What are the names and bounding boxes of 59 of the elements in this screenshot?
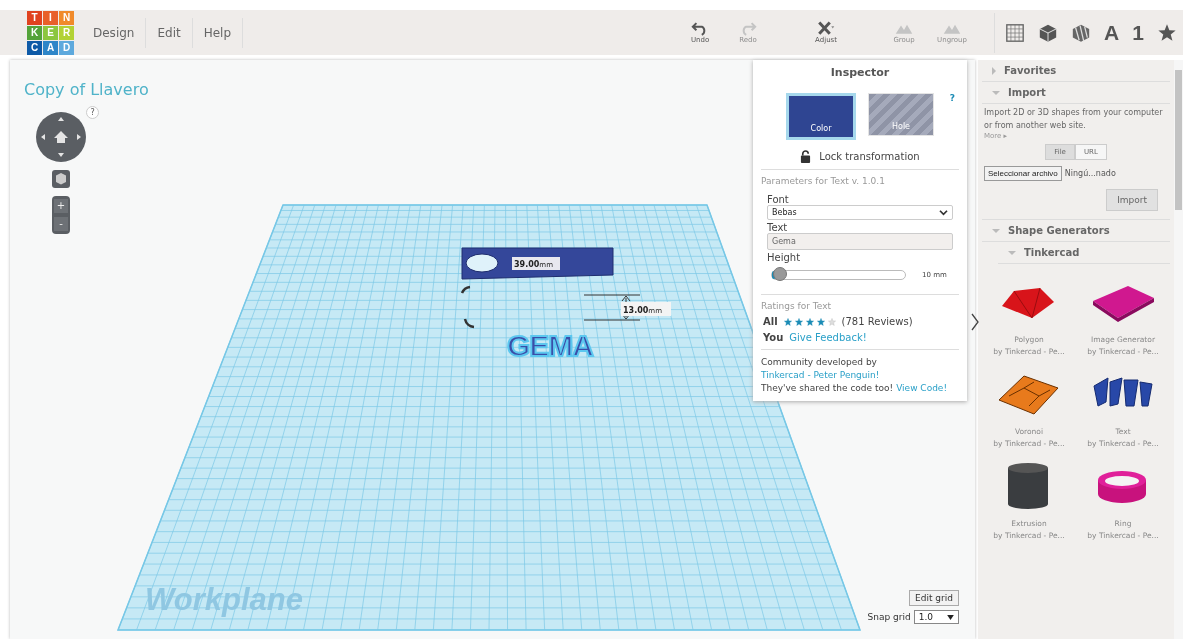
inspector-title: Inspector	[829, 66, 891, 79]
rating-star-icon	[783, 317, 792, 326]
dropdown-arrow-icon	[947, 614, 954, 620]
mode-button[interactable]: Hole	[868, 93, 934, 136]
share-text: They've shared the code too!	[761, 382, 894, 395]
rotate-handle-icon[interactable]	[460, 285, 476, 329]
ratings-heading: Ratings for Text	[761, 301, 832, 311]
view-code-link[interactable]: View Code!	[896, 382, 947, 395]
text-input[interactable]: Gema	[767, 233, 953, 250]
subsection-header[interactable]: Tinkercad	[998, 242, 1170, 264]
zoom-out-button[interactable]: -	[54, 217, 68, 231]
cube-icon[interactable]	[1038, 22, 1059, 43]
import-button[interactable]: Import	[1106, 189, 1158, 211]
credit-text: Community developed by	[761, 356, 877, 369]
font-label: Font	[767, 194, 790, 205]
review-count: (781 Reviews)	[841, 316, 913, 327]
you-label: You	[763, 332, 784, 343]
grid-icon[interactable]	[1005, 22, 1026, 43]
collapse-panel-icon[interactable]	[971, 312, 979, 332]
choose-file-button[interactable]: Seleccionar archivo	[984, 166, 1062, 181]
snap-grid-label: Snap grid	[867, 612, 911, 622]
rating-star-icon	[816, 317, 825, 326]
font-select[interactable]: Bebas	[767, 205, 953, 220]
menu-item[interactable]: Edit	[146, 17, 193, 48]
feedback-link[interactable]: Give Feedback!	[789, 332, 867, 343]
help-icon[interactable]: ?	[86, 106, 99, 119]
scrollbar[interactable]	[1174, 60, 1183, 639]
view-navigation-control[interactable]	[36, 112, 86, 162]
help-icon[interactable]: ?	[949, 93, 955, 103]
ruler-pencil-icon	[817, 21, 836, 36]
menu-item[interactable]: Design	[82, 17, 147, 48]
section-header[interactable]: Import	[982, 82, 1170, 104]
cube-view-icon[interactable]	[52, 170, 70, 188]
author-link[interactable]: Tinkercad - Peter Penguin!	[761, 369, 880, 382]
height-label: Height	[767, 252, 802, 263]
slider-thumb[interactable]	[773, 267, 787, 281]
striped-cube-icon[interactable]	[1071, 22, 1092, 43]
rating-star-icon	[805, 317, 814, 326]
mode-button[interactable]: Color	[786, 93, 856, 140]
text-shape[interactable]: GEMA	[507, 329, 593, 362]
menu-item[interactable]: Help	[192, 17, 244, 48]
view-tab[interactable]: A	[1104, 22, 1120, 43]
rating-star-icon	[794, 317, 803, 326]
chevron-down-icon	[939, 209, 948, 216]
section-header[interactable]: Shape Generators	[982, 220, 1170, 242]
view-tab[interactable]: 1	[1132, 22, 1144, 43]
edit-grid-button[interactable]: Edit grid	[909, 590, 959, 606]
all-label: All	[763, 316, 778, 327]
section-header[interactable]: Favorites	[982, 60, 1170, 82]
rating-star-icon	[827, 317, 836, 326]
snap-grid-select[interactable]: 1.0	[913, 610, 959, 624]
lock-icon[interactable]	[800, 150, 812, 163]
parameters-heading: Parameters for Text v. 1.0.1	[761, 176, 886, 186]
lock-transformation-label[interactable]: Lock transformation	[819, 151, 920, 162]
tinkercad-logo[interactable]: T I N K E R C A D	[27, 10, 74, 55]
zoom-in-button[interactable]: +	[54, 199, 68, 213]
import-description: Import 2D or 3D shapes from your computer or from another web site.	[984, 107, 1164, 132]
file-status: Ningú...nado	[1064, 169, 1116, 178]
text-label: Text	[767, 222, 789, 233]
